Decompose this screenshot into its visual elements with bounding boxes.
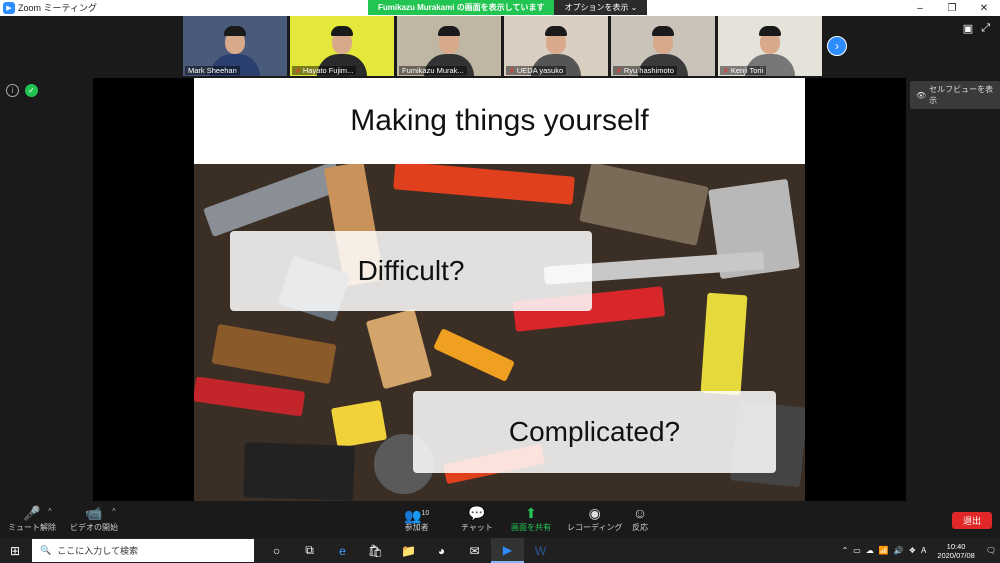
record-button[interactable]: ◉ レコーディング	[567, 505, 622, 533]
meeting-area: Mark Sheehan ✗ Hayato Fujim... Fumikazu Mur…	[0, 16, 1000, 503]
edge-icon[interactable]: e	[326, 538, 359, 563]
participant-name-label: ✗ UEDA yasuko	[506, 66, 567, 75]
record-icon: ◉	[588, 505, 601, 521]
eye-icon: 👁	[916, 90, 927, 100]
mail-icon[interactable]: ✉	[458, 538, 491, 563]
maximize-button[interactable]: ❐	[936, 0, 968, 16]
video-off-icon: 📹	[85, 505, 103, 521]
fullscreen-icon[interactable]: ⤢	[981, 22, 990, 35]
dropbox-icon[interactable]: ❖	[909, 546, 916, 555]
task-view-icon[interactable]: ⧉	[293, 538, 326, 563]
battery-icon[interactable]: ▭	[853, 546, 861, 555]
word-icon[interactable]: W	[524, 538, 557, 563]
chat-button[interactable]: 💬 チャット	[461, 505, 493, 533]
mic-muted-icon: 🎤	[23, 505, 41, 521]
search-icon: 🔍	[40, 545, 52, 555]
system-tray: ⌃ ▭ ☁ 📶 🔊 ❖ A 10:40 2020/07/08 🗨	[842, 538, 1000, 563]
mic-muted-icon: ✗	[616, 67, 622, 75]
window-titlebar: ▶ Zoom ミーティング Fumikazu Murakami の画面を表示して…	[0, 0, 1000, 16]
wifi-icon[interactable]: 📶	[879, 546, 889, 555]
zoom-app-icon: ▶	[3, 2, 15, 14]
windows-taskbar: ⊞ 🔍 ここに入力して検索 ○ ⧉ e 🛍 📁 ◕ ✉ ▶ W ⌃ ▭ ☁ 📶 …	[0, 538, 1000, 563]
start-video-button[interactable]: 📹 ビデオの開始	[70, 505, 118, 533]
slide-title: Making things yourself	[350, 104, 649, 137]
audio-options-chevron-icon[interactable]: ^	[48, 507, 52, 516]
tray-chevron-up-icon[interactable]: ⌃	[842, 546, 849, 555]
participant-name-label: Fumikazu Murak...	[399, 66, 467, 75]
presenter-banner: Fumikazu Murakami の画面を表示しています	[368, 0, 555, 15]
security-shield-icon[interactable]: ✓	[25, 84, 38, 97]
notification-icon[interactable]: 🗨	[986, 546, 996, 555]
meeting-toolbar: 🎤 ミュート解除 ^ 📹 ビデオの開始 ^ 👥10 参加者 💬 チャット ⬆ 画…	[0, 501, 1000, 538]
leave-meeting-button[interactable]: 退出	[952, 512, 992, 529]
cortana-icon[interactable]: ○	[260, 538, 293, 563]
screen-share-view: Making things yourself Difficult? Compli…	[93, 78, 906, 503]
file-explorer-icon[interactable]: 📁	[392, 538, 425, 563]
participants-icon: 👥10	[404, 507, 430, 524]
mic-muted-icon: ✗	[723, 67, 729, 75]
participant-name-label: Mark Sheehan	[185, 66, 240, 75]
store-icon[interactable]: 🛍	[359, 538, 392, 563]
window-title: Zoom ミーティング	[18, 3, 97, 13]
info-icon[interactable]: i	[6, 84, 19, 97]
mic-muted-icon: ✗	[295, 67, 301, 75]
clock[interactable]: 10:40 2020/07/08	[937, 542, 975, 560]
participant-thumbnail[interactable]: ✗ UEDA yasuko	[504, 16, 608, 76]
close-button[interactable]: ✕	[968, 0, 1000, 16]
ime-indicator[interactable]: A	[921, 546, 926, 555]
cloud-icon[interactable]: ☁	[866, 546, 874, 555]
participant-thumbnail[interactable]: ✗ Kenji Torii	[718, 16, 822, 76]
participant-name-label: ✗ Hayato Fujim...	[292, 66, 357, 75]
callout-difficult: Difficult?	[230, 231, 592, 311]
participant-name-label: ✗ Kenji Torii	[720, 66, 767, 75]
emoji-icon: ☺	[632, 505, 648, 521]
participant-name-label: ✗ Ryu hashimoto	[613, 66, 677, 75]
show-self-view-button[interactable]: 👁 セルフビューを表示	[910, 81, 1000, 109]
participants-button[interactable]: 👥10 参加者	[404, 505, 429, 533]
taskbar-search-box[interactable]: 🔍 ここに入力して検索	[32, 539, 254, 562]
mic-muted-icon: ✗	[509, 67, 515, 75]
volume-icon[interactable]: 🔊	[894, 546, 904, 555]
zoom-taskbar-icon[interactable]: ▶	[491, 538, 524, 563]
minimize-button[interactable]: –	[904, 0, 936, 16]
participant-thumbnail[interactable]: ✗ Hayato Fujim...	[290, 16, 394, 76]
share-screen-icon: ⬆	[525, 505, 537, 521]
windows-start-icon[interactable]: ⊞	[0, 538, 30, 563]
reactions-button[interactable]: ☺ 反応	[632, 505, 648, 533]
share-banner: Fumikazu Murakami の画面を表示しています オプションを表示 ⌄	[368, 0, 648, 15]
presentation-slide: Making things yourself Difficult? Compli…	[194, 78, 805, 503]
participant-strip: Mark Sheehan ✗ Hayato Fujim... Fumikazu Mur…	[183, 16, 825, 76]
next-page-button[interactable]: ›	[827, 36, 847, 56]
chrome-icon[interactable]: ◕	[425, 538, 458, 563]
video-options-chevron-icon[interactable]: ^	[112, 507, 116, 516]
layout-icon[interactable]: ▣	[963, 22, 973, 35]
participant-thumbnail[interactable]: Fumikazu Murak...	[397, 16, 501, 76]
share-screen-button[interactable]: ⬆ 画面を共有	[511, 505, 551, 533]
participant-thumbnail[interactable]: Mark Sheehan	[183, 16, 287, 76]
callout-complicated: Complicated?	[413, 391, 776, 473]
tools-photo: Difficult? Complicated?	[194, 164, 805, 503]
view-options-button[interactable]: オプションを表示 ⌄	[554, 0, 648, 15]
chat-icon: 💬	[468, 505, 486, 521]
participant-thumbnail[interactable]: ✗ Ryu hashimoto	[611, 16, 715, 76]
